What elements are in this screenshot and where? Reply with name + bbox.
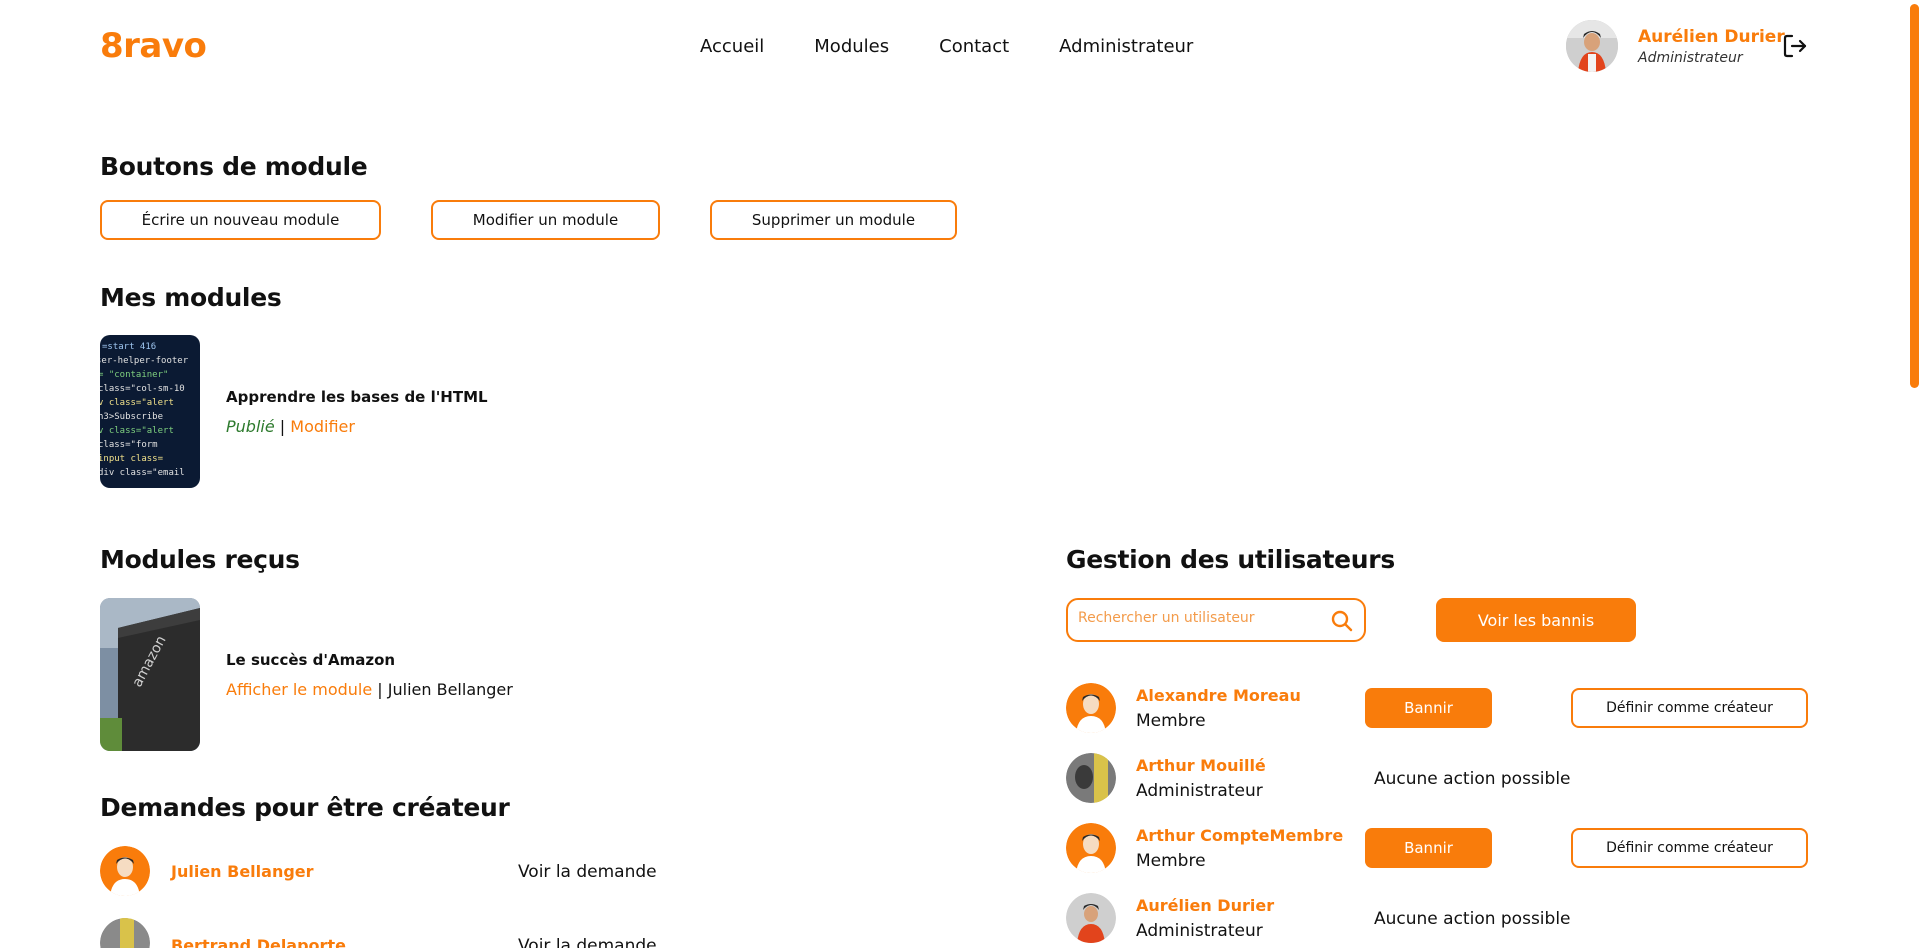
section-title-received-modules: Modules reçus [100,545,300,574]
module-title: Le succès d'Amazon [226,651,396,669]
svg-text:h3>Subscribe: h3>Subscribe [100,412,163,422]
separator: | [377,680,383,699]
module-author: Julien Bellanger [387,680,513,699]
make-creator-button[interactable]: Définir comme créateur [1571,828,1808,868]
svg-text:v class="alert: v class="alert [100,398,174,408]
svg-text:v class="alert: v class="alert [100,426,174,436]
logout-icon[interactable] [1782,33,1808,59]
nav-item-accueil[interactable]: Accueil [700,36,764,57]
module-title: Apprendre les bases de l'HTML [226,388,488,406]
section-title-creator-requests: Demandes pour être créateur [100,793,510,822]
module-meta: Publié | Modifier [226,417,355,436]
user-name[interactable]: Alexandre Moreau [1136,686,1301,705]
module-status-published: Publié [226,417,275,436]
avatar [100,846,150,896]
current-user[interactable]: Aurélien Durier Administrateur [1566,20,1785,72]
request-user-name[interactable]: Julien Bellanger [171,862,314,881]
svg-text:class="col-sm-10: class="col-sm-10 [100,384,185,394]
view-module-link[interactable]: Afficher le module [226,680,372,699]
request-user-name[interactable]: Bertrand Delaporte [171,936,346,948]
svg-text:=start 416: =start 416 [102,342,156,352]
nav-item-administrateur[interactable]: Administrateur [1059,36,1193,57]
nav-item-contact[interactable]: Contact [939,36,1009,57]
user-name[interactable]: Arthur Mouillé [1136,756,1266,775]
page-scrollbar[interactable] [1907,0,1921,948]
avatar [100,918,150,948]
avatar [1066,893,1116,943]
avatar [1066,683,1116,733]
edit-module-button[interactable]: Modifier un module [431,200,660,240]
svg-text:div class="email: div class="email [100,468,185,478]
user-role: Membre [1136,851,1206,871]
user-name: Aurélien Durier [1638,26,1785,47]
user-avatar [1566,20,1618,72]
user-role: Administrateur [1136,921,1263,941]
separator: | [279,417,286,436]
user-role: Administrateur [1638,49,1743,66]
svg-text:ser-helper-footer: ser-helper-footer [100,356,189,366]
delete-module-button[interactable]: Supprimer un module [710,200,957,240]
edit-module-link[interactable]: Modifier [290,417,355,436]
write-module-button[interactable]: Écrire un nouveau module [100,200,381,240]
module-thumbnail-amazon[interactable]: amazon [100,598,200,751]
no-action-text: Aucune action possible [1374,909,1571,929]
ban-button[interactable]: Bannir [1365,828,1492,868]
user-search[interactable] [1066,598,1366,642]
ban-button[interactable]: Bannir [1365,688,1492,728]
section-title-module-buttons: Boutons de module [100,152,368,181]
make-creator-button[interactable]: Définir comme créateur [1571,688,1808,728]
view-request-link[interactable]: Voir la demande [518,862,657,882]
user-name[interactable]: Arthur CompteMembre [1136,826,1343,845]
user-role: Membre [1136,711,1206,731]
search-icon[interactable] [1330,609,1354,633]
user-role: Administrateur [1136,781,1263,801]
avatar [1066,823,1116,873]
avatar [1066,753,1116,803]
svg-text:= "container": = "container" [100,370,168,380]
svg-text:input class=: input class= [100,454,164,464]
module-meta: Afficher le module | Julien Bellanger [226,680,513,699]
main-nav: Accueil Modules Contact Administrateur [700,36,1243,57]
svg-text:class="form: class="form [100,440,158,450]
module-thumbnail-html[interactable]: =start 416 ser-helper-footer = "containe… [100,335,200,488]
view-banned-button[interactable]: Voir les bannis [1436,598,1636,642]
user-name[interactable]: Aurélien Durier [1136,896,1274,915]
scrollbar-thumb[interactable] [1910,4,1919,388]
no-action-text: Aucune action possible [1374,769,1571,789]
nav-item-modules[interactable]: Modules [814,36,889,57]
section-title-my-modules: Mes modules [100,283,282,312]
user-search-input[interactable] [1078,610,1318,626]
brand-logo[interactable]: 8ravo [100,26,207,66]
section-title-user-management: Gestion des utilisateurs [1066,545,1395,574]
view-request-link[interactable]: Voir la demande [518,936,657,948]
